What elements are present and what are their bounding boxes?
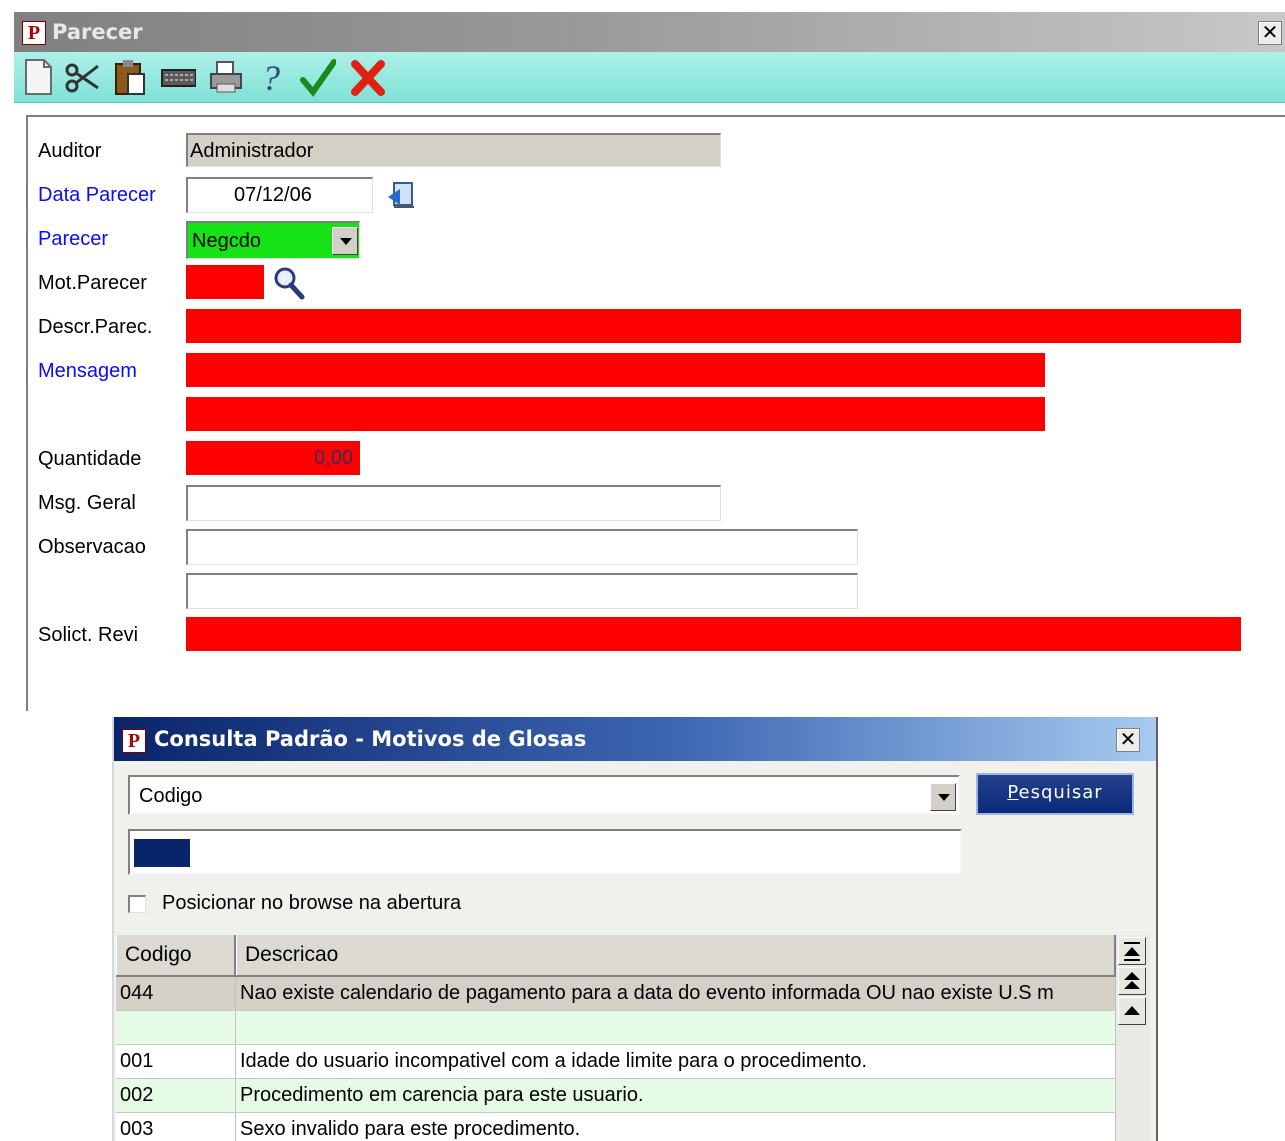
cell-descricao: Procedimento em carencia para este usuar… — [236, 1079, 1116, 1112]
lookup-close-button[interactable]: ✕ — [1116, 728, 1140, 752]
cell-codigo: 044 — [116, 977, 236, 1010]
confirm-check-icon[interactable] — [300, 56, 337, 98]
observacao-field-2[interactable] — [186, 573, 858, 609]
quantidade-value: 0,00 — [314, 447, 353, 469]
grid-scrollbar[interactable] — [1116, 935, 1150, 1141]
cut-icon[interactable] — [64, 56, 100, 98]
data-parecer-field[interactable]: 07/12/06 — [186, 177, 373, 213]
paste-icon[interactable] — [112, 56, 148, 98]
column-header-descricao[interactable]: Descricao — [236, 935, 1116, 975]
table-row[interactable]: 001 Idade do usuario incompativel com a … — [116, 1045, 1116, 1079]
grid-header: Codigo Descricao — [116, 935, 1116, 977]
position-browse-label: Posicionar no browse na abertura — [162, 892, 462, 914]
calendar-icon[interactable] — [386, 177, 418, 211]
cell-descricao: Idade do usuario incompativel com a idad… — [236, 1045, 1116, 1078]
search-text-selection — [134, 839, 190, 867]
data-parecer-value: 07/12/06 — [234, 184, 312, 206]
solict-revi-field[interactable] — [186, 617, 1241, 651]
cell-descricao: Nao existe calendario de pagamento para … — [236, 977, 1116, 1010]
table-row[interactable]: 002 Procedimento em carencia para este u… — [116, 1079, 1116, 1113]
results-grid: Codigo Descricao 044 Nao existe calendar… — [116, 935, 1116, 1141]
parecer-label: Parecer — [38, 228, 109, 250]
cell-descricao — [236, 1011, 1116, 1044]
search-field-select[interactable]: Codigo — [128, 775, 960, 815]
toolbar: ? — [14, 52, 1285, 103]
descr-parec-field[interactable] — [186, 309, 1241, 343]
scroll-page-up-icon[interactable] — [1118, 967, 1146, 995]
svg-text:?: ? — [262, 58, 280, 98]
cell-codigo: 003 — [116, 1113, 236, 1141]
help-icon[interactable]: ? — [256, 56, 292, 98]
auditor-label: Auditor — [38, 140, 102, 162]
parecer-select[interactable]: Negcdo — [186, 221, 360, 259]
quantidade-field[interactable]: 0,00 — [186, 441, 360, 475]
scroll-up-icon[interactable] — [1118, 997, 1146, 1025]
cancel-x-icon[interactable] — [350, 56, 386, 98]
msg-geral-label: Msg. Geral — [38, 492, 136, 514]
observacao-field-1[interactable] — [186, 529, 858, 565]
close-button[interactable]: ✕ — [1258, 21, 1282, 45]
search-field-dropdown-arrow[interactable] — [930, 783, 956, 811]
scroll-first-icon[interactable] — [1118, 937, 1146, 965]
cell-codigo: 001 — [116, 1045, 236, 1078]
window-titlebar[interactable]: P Parecer ✕ — [14, 12, 1285, 52]
search-button-accel: P — [1007, 782, 1019, 803]
mot-parecer-field[interactable] — [186, 265, 264, 299]
parecer-dropdown-arrow[interactable] — [332, 227, 358, 255]
table-row[interactable]: 044 Nao existe calendario de pagamento p… — [116, 977, 1116, 1011]
mensagem-field-2[interactable] — [186, 397, 1045, 431]
print-icon[interactable] — [208, 56, 244, 98]
lookup-title: Consulta Padrão - Motivos de Glosas — [154, 727, 587, 751]
cell-codigo: 002 — [116, 1079, 236, 1112]
mensagem-field-1[interactable] — [186, 353, 1045, 387]
descr-parec-label: Descr.Parec. — [38, 316, 153, 338]
keyboard-icon[interactable] — [160, 56, 197, 98]
parecer-value: Negcdo — [192, 230, 261, 252]
table-row[interactable]: 003 Sexo invalido para este procedimento… — [116, 1113, 1116, 1141]
search-value-input[interactable] — [128, 829, 962, 875]
auditor-value: Administrador — [190, 140, 314, 162]
quantidade-label: Quantidade — [38, 448, 142, 470]
window-title: Parecer — [52, 20, 143, 44]
solict-revi-label: Solict. Revi — [38, 624, 139, 646]
new-doc-icon[interactable] — [20, 56, 56, 98]
search-button[interactable]: Pesquisar — [976, 773, 1134, 815]
search-button-label: esquisar — [1018, 782, 1103, 803]
data-parecer-label: Data Parecer — [38, 184, 156, 206]
app-logo-icon: P — [22, 21, 46, 45]
lookup-logo-icon: P — [122, 729, 146, 753]
search-field-value: Codigo — [139, 785, 203, 807]
observacao-label: Observacao — [38, 536, 146, 558]
table-row[interactable] — [116, 1011, 1116, 1045]
position-browse-checkbox[interactable] — [128, 895, 146, 913]
cell-codigo — [116, 1011, 236, 1044]
form-panel: Auditor Administrador Data Parecer 07/12… — [26, 115, 1285, 711]
auditor-field: Administrador — [186, 133, 721, 167]
lookup-dialog: P Consulta Padrão - Motivos de Glosas ✕ … — [112, 717, 1158, 1141]
magnifier-search-icon[interactable] — [272, 265, 306, 301]
mensagem-label: Mensagem — [38, 360, 137, 382]
column-header-codigo[interactable]: Codigo — [116, 935, 236, 975]
lookup-titlebar[interactable]: P Consulta Padrão - Motivos de Glosas ✕ — [114, 717, 1156, 761]
msg-geral-field[interactable] — [186, 485, 721, 521]
cell-descricao: Sexo invalido para este procedimento. — [236, 1113, 1116, 1141]
mot-parecer-label: Mot.Parecer — [38, 272, 147, 294]
